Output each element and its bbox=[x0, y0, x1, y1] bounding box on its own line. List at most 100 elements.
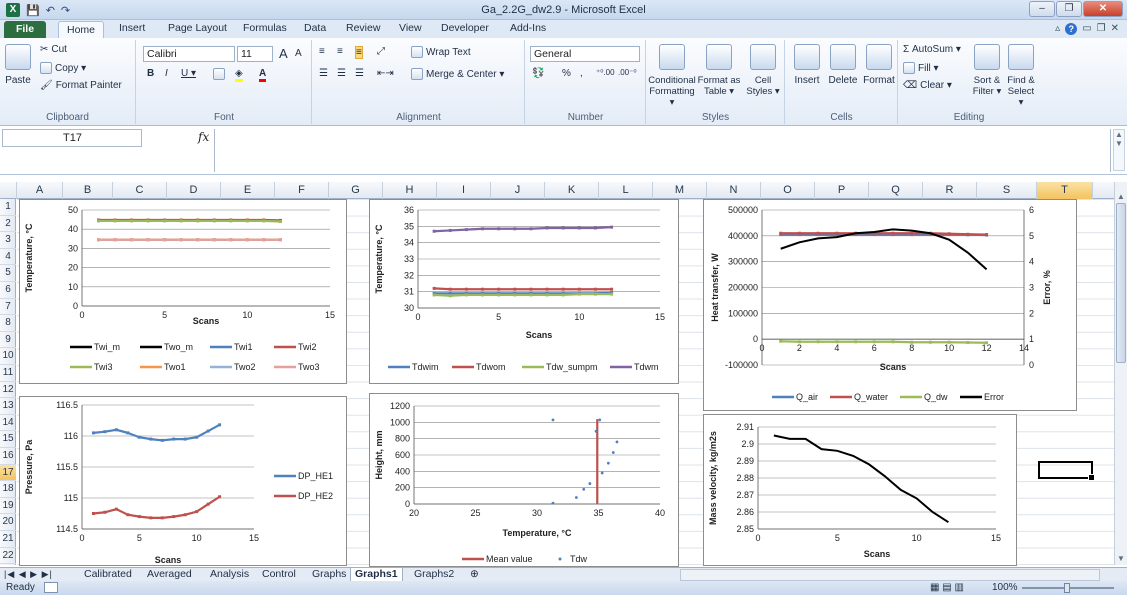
currency-button[interactable]: 💱 bbox=[532, 68, 544, 79]
select-all-corner[interactable] bbox=[0, 182, 17, 199]
number-format-combo[interactable]: General bbox=[530, 46, 640, 62]
borders-button[interactable] bbox=[213, 68, 225, 80]
tab-data[interactable]: Data bbox=[304, 22, 326, 34]
col-header[interactable]: B bbox=[63, 182, 113, 199]
row-header[interactable]: 15 bbox=[0, 431, 16, 448]
col-header[interactable]: M bbox=[653, 182, 707, 199]
zoom-level[interactable]: 100% bbox=[992, 581, 1018, 595]
row-header[interactable]: 19 bbox=[0, 498, 16, 515]
insert-function-icon[interactable]: fx bbox=[198, 130, 209, 144]
find-select-button[interactable]: Find & Select ▾ bbox=[1005, 44, 1037, 108]
insert-cells-button[interactable]: Insert bbox=[790, 44, 824, 86]
chart-temperature-downwind[interactable]: 30 31 32 33 34 35 36 0 5 10 15 Scans Temperature, °C… bbox=[369, 199, 679, 384]
row-header[interactable]: 4 bbox=[0, 249, 16, 266]
row-header[interactable]: 16 bbox=[0, 448, 16, 465]
chart-heat-transfer[interactable]: -100000 0 100000 200000 300000 400000 500000 0 2… bbox=[703, 199, 1077, 411]
chart-height-temperature[interactable]: 0 200 400 600 800 1000 1200 20 25 30 35 40 Temperatu… bbox=[369, 393, 679, 567]
active-cell-cursor[interactable] bbox=[1038, 461, 1095, 481]
row-header[interactable]: 17 bbox=[0, 464, 16, 482]
row-header[interactable]: 11 bbox=[0, 365, 16, 382]
fill-button[interactable]: Fill ▾ bbox=[903, 62, 939, 74]
insert-sheet-icon[interactable]: ⊕ bbox=[470, 568, 479, 581]
underline-button[interactable]: U ▾ bbox=[181, 68, 196, 79]
chart-pressure[interactable]: 114.5 115 115.5 116 116.5 0 5 10 15 Scans Pressure… bbox=[19, 396, 347, 566]
sheet-tab[interactable]: Calibrated bbox=[84, 568, 132, 581]
tab-review[interactable]: Review bbox=[346, 22, 380, 34]
col-header[interactable]: D bbox=[167, 182, 221, 199]
clear-button[interactable]: ⌫ Clear ▾ bbox=[903, 80, 952, 91]
minimize-ribbon-icon[interactable]: ▵ bbox=[1055, 23, 1060, 35]
row-header[interactable]: 1 bbox=[0, 199, 16, 216]
sheet-tab-active[interactable]: Graphs1 bbox=[350, 568, 403, 582]
row-header[interactable]: 22 bbox=[0, 548, 16, 565]
col-header[interactable]: K bbox=[545, 182, 599, 199]
col-header[interactable]: P bbox=[815, 182, 869, 199]
center-button[interactable]: ☰ bbox=[337, 68, 346, 79]
grow-font-button[interactable]: A bbox=[279, 46, 288, 61]
wrap-text-button[interactable]: Wrap Text bbox=[411, 46, 471, 58]
shrink-font-button[interactable]: A bbox=[295, 48, 302, 59]
col-header[interactable]: N bbox=[707, 182, 761, 199]
fill-color-button[interactable]: ◈ bbox=[235, 68, 243, 82]
row-header[interactable]: 9 bbox=[0, 332, 16, 349]
col-header-selected[interactable]: T bbox=[1037, 182, 1093, 199]
decrease-decimal-button[interactable]: .00⁻⁰ bbox=[618, 68, 637, 77]
vertical-scrollbar[interactable]: ▲ ▼ bbox=[1114, 182, 1127, 565]
tab-home[interactable]: Home bbox=[58, 21, 105, 38]
row-header[interactable]: 20 bbox=[0, 514, 16, 531]
col-header[interactable]: J bbox=[491, 182, 545, 199]
row-header[interactable]: 18 bbox=[0, 481, 16, 498]
increase-decimal-button[interactable]: ⁺⁰.00 bbox=[596, 68, 615, 77]
paste-button[interactable]: Paste bbox=[4, 44, 32, 86]
col-header[interactable]: L bbox=[599, 182, 653, 199]
cut-button[interactable]: ✂ Cut bbox=[40, 44, 67, 55]
row-header[interactable]: 8 bbox=[0, 315, 16, 332]
col-header[interactable]: G bbox=[329, 182, 383, 199]
col-header[interactable]: A bbox=[17, 182, 63, 199]
tab-view[interactable]: View bbox=[399, 22, 422, 34]
align-left-button[interactable]: ☰ bbox=[319, 68, 328, 79]
row-header[interactable]: 7 bbox=[0, 299, 16, 316]
sheet-tab[interactable]: Graphs bbox=[312, 568, 346, 581]
row-header[interactable]: 13 bbox=[0, 398, 16, 415]
autosum-button[interactable]: Σ AutoSum ▾ bbox=[903, 44, 961, 55]
scroll-down-icon[interactable]: ▼ bbox=[1115, 554, 1127, 563]
view-buttons[interactable]: ▦ ▤ ▥ bbox=[930, 581, 964, 595]
tab-formulas[interactable]: Formulas bbox=[243, 22, 287, 34]
align-bottom-button[interactable]: ≡ bbox=[355, 46, 363, 59]
tab-page-layout[interactable]: Page Layout bbox=[168, 22, 227, 34]
tab-add-ins[interactable]: Add-Ins bbox=[510, 22, 546, 34]
tab-file[interactable]: File bbox=[4, 21, 46, 38]
scroll-thumb[interactable] bbox=[1116, 203, 1126, 363]
name-box[interactable]: T17 bbox=[2, 129, 142, 147]
italic-button[interactable]: I bbox=[165, 68, 168, 79]
format-painter-button[interactable]: 🖌 Format Painter bbox=[40, 80, 122, 91]
col-header[interactable]: E bbox=[221, 182, 275, 199]
col-header[interactable]: I bbox=[437, 182, 491, 199]
chart-temperature-water[interactable]: 0 10 20 30 40 50 0 5 10 15 Scans Temperature, °C Twi… bbox=[19, 199, 347, 384]
tab-insert[interactable]: Insert bbox=[119, 22, 145, 34]
formula-bar-scroll[interactable]: ▲ ▼ bbox=[1113, 129, 1125, 171]
col-header[interactable]: R bbox=[923, 182, 977, 199]
chart-mass-velocity[interactable]: 2.85 2.86 2.87 2.88 2.89 2.9 2.91 0 5 10 15 Scans Ma… bbox=[703, 414, 1017, 566]
col-header[interactable]: F bbox=[275, 182, 329, 199]
macro-record-icon[interactable] bbox=[44, 582, 58, 593]
conditional-formatting-button[interactable]: Conditional Formatting ▾ bbox=[648, 44, 696, 108]
help-icon[interactable]: ? bbox=[1065, 23, 1078, 35]
delete-cells-button[interactable]: Delete bbox=[826, 44, 860, 86]
merge-center-button[interactable]: Merge & Center ▾ bbox=[411, 68, 504, 80]
col-header[interactable]: H bbox=[383, 182, 437, 199]
sheet-tab[interactable]: Averaged bbox=[147, 568, 192, 581]
sheet-nav-icon[interactable]: |◀ ◀ ▶ ▶| bbox=[4, 568, 53, 581]
format-as-table-button[interactable]: Format as Table ▾ bbox=[697, 44, 741, 97]
row-header[interactable]: 12 bbox=[0, 382, 16, 399]
minimize-button[interactable]: – bbox=[1029, 1, 1055, 17]
row-header[interactable]: 2 bbox=[0, 216, 16, 233]
row-header[interactable]: 14 bbox=[0, 415, 16, 432]
horizontal-scrollbar[interactable] bbox=[680, 569, 1100, 581]
align-middle-button[interactable]: ≡ bbox=[337, 46, 343, 57]
restore-button[interactable]: ❐ bbox=[1056, 1, 1082, 17]
sheet-tab[interactable]: Analysis bbox=[210, 568, 249, 581]
indent-button[interactable]: ⇤⇥ bbox=[377, 68, 394, 79]
mdi-minimize-icon[interactable]: ▭ bbox=[1082, 23, 1091, 35]
